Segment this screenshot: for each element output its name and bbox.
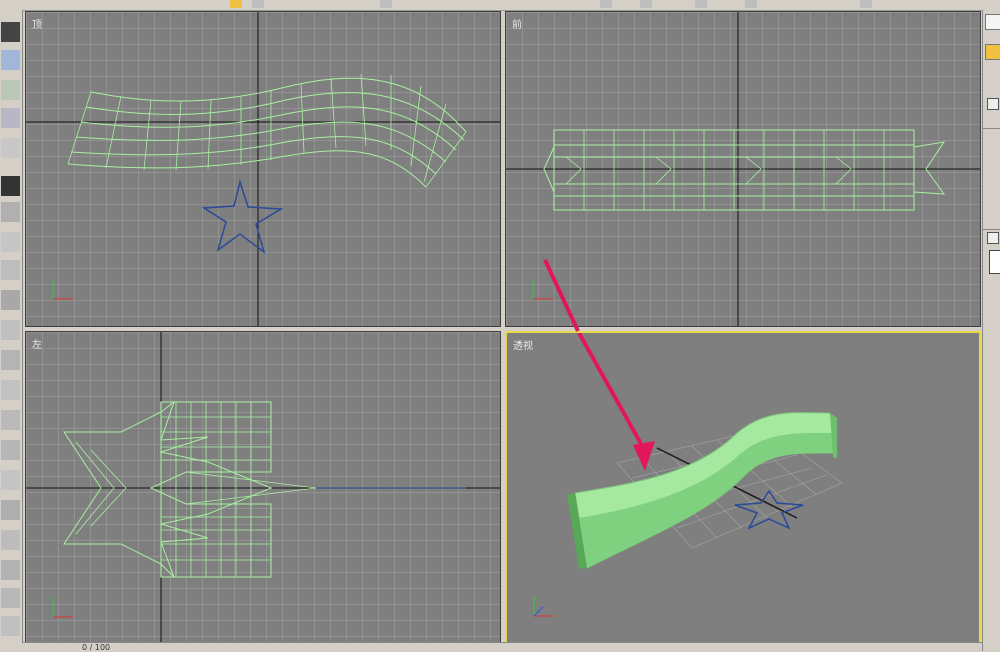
command-panel [982,10,1000,651]
sweep-wireframe [63,400,317,578]
modify-tab-icon[interactable] [985,44,1000,60]
sweep-wireframe [67,73,467,188]
select-icon[interactable] [230,0,242,8]
create-tab-icon[interactable] [985,14,1000,30]
select-object-icon[interactable] [1,22,20,42]
star-shape-icon[interactable] [1,138,20,158]
bend-icon[interactable] [1,320,20,340]
brush-icon[interactable] [1,530,20,550]
star-shape [734,489,804,530]
lock-icon[interactable] [1,616,20,636]
light-icon[interactable] [1,380,20,400]
align-icon[interactable] [252,0,264,8]
sweep-mesh [567,412,838,569]
sweep-wireframe [543,129,946,211]
checker-icon[interactable] [1,176,20,196]
axis-gizmo [532,279,553,300]
star-shape [201,179,284,254]
gear-icon[interactable] [1,290,20,310]
render-icon[interactable] [600,0,612,8]
top-toolbar [0,0,1000,11]
axis-gizmo [533,596,554,617]
viewport-top[interactable]: 顶 [25,11,501,327]
teapot-icon[interactable] [745,0,757,8]
collapse-button[interactable] [987,232,999,244]
viewport-left[interactable]: 左 [25,331,501,645]
spelling-icon[interactable] [695,0,707,8]
rotate-icon[interactable] [1,80,20,100]
material-icon[interactable] [640,0,652,8]
axis-gizmo [52,597,73,618]
wrench-icon[interactable] [1,260,20,280]
front-view-scene [506,12,980,326]
viewport-front[interactable]: 前 [505,11,981,327]
space-warp-icon[interactable] [1,470,20,490]
hammer-icon[interactable] [1,560,20,580]
pen-icon[interactable] [1,232,20,252]
camera-icon[interactable] [1,350,20,370]
left-view-scene [26,332,500,644]
globe-icon[interactable] [1,588,20,608]
scroll-strip[interactable] [989,250,1000,274]
top-view-scene [26,12,500,326]
systems-icon[interactable] [1,500,20,520]
settings-icon[interactable] [860,0,872,8]
arrow [577,333,655,471]
scale-icon[interactable] [1,108,20,128]
move-icon[interactable] [1,50,20,70]
rollout-separator [983,128,1000,230]
wave-icon[interactable] [1,410,20,430]
mirror-icon[interactable] [380,0,392,8]
helper-icon[interactable] [1,440,20,460]
axis-gizmo [52,279,73,300]
viewport-perspective[interactable]: 透视 [505,331,981,645]
left-toolbar [0,10,23,651]
collapse-button[interactable] [987,98,999,110]
perspective-view-scene [567,333,843,569]
layers-icon[interactable] [1,202,20,222]
